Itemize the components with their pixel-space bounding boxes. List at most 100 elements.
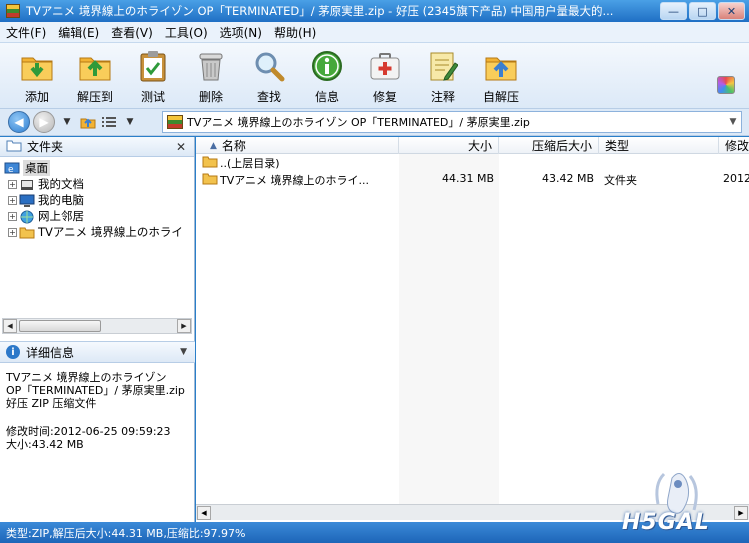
up-folder-icon[interactable]: [79, 112, 97, 132]
window-title: TVアニメ 境界線上のホライゾン OP「TERMINATED」/ 茅原実里.zi…: [26, 4, 614, 18]
menu-file[interactable]: 文件(F): [6, 24, 46, 41]
expand-icon[interactable]: +: [8, 227, 17, 237]
size-column-shade: [399, 154, 499, 504]
navigation-bar: ◀ ▶ ▼ ▼ TVアニメ 境界線上のホライゾン OP「TERMINATED」/…: [0, 109, 749, 136]
self-extract-label: 自解压: [482, 90, 519, 104]
comment-button[interactable]: 注释: [414, 43, 472, 107]
delete-label: 删除: [198, 90, 223, 104]
folder-panel-header: 文件夹 ✕: [0, 137, 194, 157]
tree-item-label: 我的电脑: [38, 193, 84, 207]
info-icon: [309, 49, 345, 83]
expand-icon[interactable]: +: [8, 195, 17, 205]
address-dropdown-icon[interactable]: ▼: [725, 117, 741, 127]
network-icon: [19, 210, 35, 223]
desktop-icon: e: [4, 162, 20, 175]
repair-button[interactable]: 修复: [356, 43, 414, 107]
scroll-left-icon[interactable]: ◀: [3, 319, 17, 333]
title-bar: TVアニメ 境界線上のホライゾン OP「TERMINATED」/ 茅原実里.zi…: [0, 0, 749, 22]
find-label: 查找: [256, 90, 281, 104]
app-icon: [6, 4, 20, 18]
comment-label: 注释: [430, 90, 455, 104]
history-dropdown-icon[interactable]: ▼: [58, 112, 76, 132]
menu-view[interactable]: 查看(V): [111, 24, 153, 41]
column-name[interactable]: ▲ 名称: [196, 137, 399, 154]
minimize-button[interactable]: —: [660, 2, 687, 20]
tree-item-my-documents[interactable]: + 我的文档: [0, 176, 194, 192]
status-text: 类型:ZIP,解压后大小:44.31 MB,压缩比:97.97%: [6, 526, 246, 540]
close-button[interactable]: ✕: [718, 2, 745, 20]
scroll-right-icon[interactable]: ▶: [177, 319, 191, 333]
folder-tree-scrollbar[interactable]: ◀ ▶: [2, 318, 192, 334]
expand-icon[interactable]: +: [8, 179, 17, 189]
menu-help[interactable]: 帮助(H): [274, 24, 316, 41]
file-modified: 2012: [723, 172, 749, 185]
details-type: 好压 ZIP 压缩文件: [6, 397, 97, 410]
menu-options[interactable]: 选项(N): [220, 24, 262, 41]
test-clipboard-icon: [135, 49, 171, 83]
close-icon[interactable]: ✕: [176, 140, 186, 154]
back-arrow-icon[interactable]: ◀: [8, 111, 30, 133]
self-extract-button[interactable]: 自解压: [472, 43, 530, 107]
file-list: ▲ 名称 大小 压缩后大小 类型 修改 ..(上层目录) TVアニメ 境界線上の…: [196, 137, 749, 522]
info-button[interactable]: 信息: [298, 43, 356, 107]
column-type[interactable]: 类型: [599, 137, 719, 154]
archive-icon: [167, 115, 183, 129]
collapse-chevron-icon[interactable]: ▼: [180, 347, 187, 357]
menu-tools[interactable]: 工具(O): [165, 24, 208, 41]
column-headers: ▲ 名称 大小 压缩后大小 类型 修改: [196, 137, 749, 154]
tree-item-desktop[interactable]: e 桌面: [0, 160, 194, 176]
extract-button[interactable]: 解压到: [66, 43, 124, 107]
watermark-text: H5GAL: [622, 510, 710, 535]
file-type: 文件夹: [604, 174, 637, 187]
info-label: 信息: [314, 90, 339, 104]
file-size: 44.31 MB: [442, 172, 495, 185]
first-aid-icon: [367, 49, 403, 83]
details-panel-title: 详细信息: [26, 345, 75, 360]
tree-item-label: 网上邻居: [38, 209, 84, 223]
svg-text:e: e: [8, 165, 14, 175]
tree-item-network[interactable]: + 网上邻居: [0, 208, 194, 224]
window-controls: — □ ✕: [660, 2, 745, 20]
scrollbar-thumb[interactable]: [19, 320, 101, 332]
my-computer-icon: [19, 194, 35, 207]
address-field[interactable]: TVアニメ 境界線上のホライゾン OP「TERMINATED」/ 茅原実里.zi…: [162, 111, 742, 133]
self-extract-icon: [483, 49, 519, 83]
menu-edit[interactable]: 编辑(E): [58, 24, 99, 41]
address-path: TVアニメ 境界線上のホライゾン OP「TERMINATED」/ 茅原実里.zi…: [187, 116, 530, 129]
info-small-icon: i: [6, 345, 20, 359]
sort-ascending-icon: ▲: [210, 140, 217, 151]
add-button[interactable]: 添加: [8, 43, 66, 107]
column-packed-size[interactable]: 压缩后大小: [499, 137, 599, 154]
theme-palette-icon[interactable]: [717, 76, 735, 94]
folder-panel-title: 文件夹: [27, 140, 64, 154]
site-watermark: H5GAL: [612, 470, 747, 540]
file-packed-size: 43.42 MB: [542, 172, 595, 185]
view-mode-icon[interactable]: [100, 112, 118, 132]
details-size: 大小:43.42 MB: [6, 438, 84, 451]
file-name: ..(上层目录): [220, 157, 280, 170]
test-button[interactable]: 测试: [124, 43, 182, 107]
column-size[interactable]: 大小: [399, 137, 499, 154]
notepad-icon: [425, 49, 461, 83]
details-content: TVアニメ 境界線上のホライゾン OP「TERMINATED」/ 茅原実里.zi…: [6, 371, 194, 451]
file-row[interactable]: TVアニメ 境界線上のホライ... 44.31 MB 43.42 MB 文件夹 …: [196, 171, 749, 187]
details-panel-header: i 详细信息 ▼: [0, 341, 195, 363]
tree-item-label: TVアニメ 境界線上のホライ: [38, 225, 183, 239]
forward-arrow-icon[interactable]: ▶: [33, 111, 55, 133]
view-mode-dropdown-icon[interactable]: ▼: [121, 112, 139, 132]
column-modified[interactable]: 修改: [719, 137, 749, 154]
delete-button[interactable]: 删除: [182, 43, 240, 107]
details-name-line1: TVアニメ 境界線上のホライゾン: [6, 371, 167, 384]
tree-item-archive-folder[interactable]: + TVアニメ 境界線上のホライ: [0, 224, 194, 240]
find-button[interactable]: 查找: [240, 43, 298, 107]
toolbar: 添加 解压到 测试 删除 查找 信息 修复 注释 自解压: [0, 43, 749, 109]
file-row[interactable]: ..(上层目录): [196, 154, 749, 170]
my-documents-icon: [19, 178, 35, 191]
details-modified: 修改时间:2012-06-25 09:59:23: [6, 425, 171, 438]
maximize-button[interactable]: □: [689, 2, 716, 20]
expand-icon[interactable]: +: [8, 211, 17, 221]
tree-item-my-computer[interactable]: + 我的电脑: [0, 192, 194, 208]
scroll-left-icon[interactable]: ◀: [197, 506, 211, 520]
folder-panel: 文件夹 ✕ e 桌面 + 我的文档 + 我的电脑 + 网上邻居 + TVアニメ …: [0, 137, 195, 522]
menu-bar: 文件(F) 编辑(E) 查看(V) 工具(O) 选项(N) 帮助(H): [0, 22, 749, 43]
